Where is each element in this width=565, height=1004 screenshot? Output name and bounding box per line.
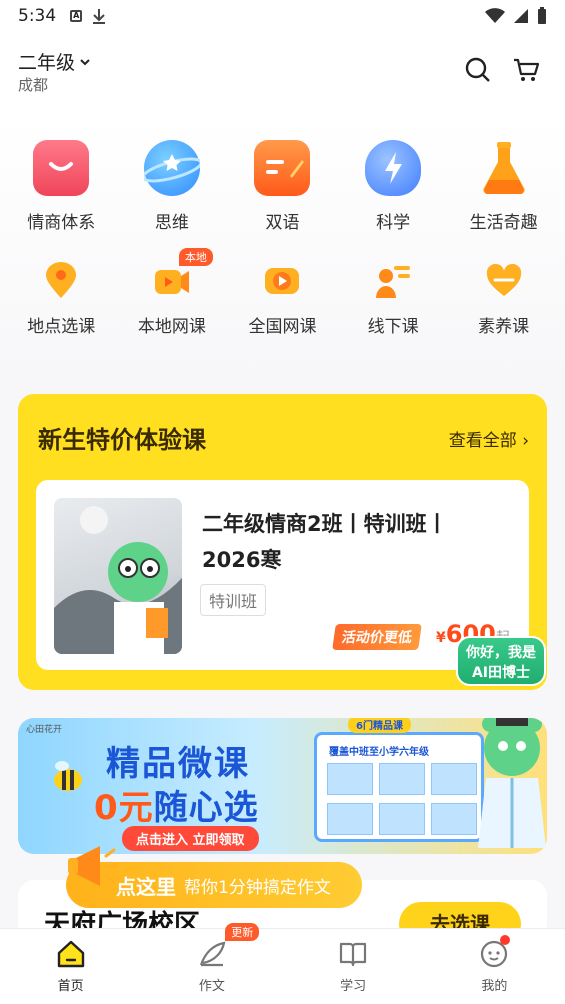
category-label: 地点选课 — [27, 317, 96, 337]
tab-label: 首页 — [57, 979, 84, 994]
tip-strong: 点这里 — [116, 874, 176, 899]
grade-label: 二年级 — [18, 52, 76, 74]
section-title: 新生特价体验课 — [38, 426, 206, 454]
local-video-icon: 本地 — [153, 248, 213, 300]
course-thumbnail — [54, 498, 182, 654]
home-icon — [57, 940, 84, 968]
chevron-down-icon — [80, 58, 90, 65]
category-offline[interactable]: 线下课 — [338, 254, 448, 337]
category-label: 双语 — [265, 213, 300, 233]
bilingual-icon — [254, 140, 311, 196]
category-label: 情商体系 — [27, 213, 96, 233]
promo-tag: 活动价更低 — [332, 624, 422, 650]
banner-subtitle-rest: 随心选 — [153, 788, 259, 828]
ai-assistant-bubble[interactable]: 你好，我是 AI田博士 — [456, 636, 546, 686]
tip-text: 帮你1分钟搞定作文 — [184, 877, 331, 898]
update-badge: 更新 — [225, 923, 260, 941]
planet-icon — [141, 140, 203, 196]
city-label: 成都 — [18, 76, 49, 94]
bottom-tab-bar: 首页 更新 作文 学习 我的 — [0, 923, 565, 1004]
category-science[interactable]: 科学 — [338, 140, 448, 233]
category-label: 线下课 — [367, 317, 419, 337]
panel-thumb — [431, 803, 477, 835]
category-label: 素养课 — [478, 317, 530, 337]
signal-icon — [514, 9, 528, 23]
banner-course-panel: 覆盖中班至小学六年级 — [314, 732, 484, 842]
category-life[interactable]: 生活奇趣 — [449, 140, 559, 233]
view-all-link[interactable]: 查看全部 › — [449, 426, 529, 451]
notification-a-icon: A — [70, 10, 83, 22]
category-label: 生活奇趣 — [469, 213, 538, 233]
category-national-online[interactable]: 全国网课 — [227, 254, 337, 337]
ai-greeting: 你好，我是 — [466, 645, 536, 661]
quill-icon — [199, 941, 226, 967]
category-bilingual[interactable]: 双语 — [227, 140, 337, 233]
header: 二年级 成都 — [0, 32, 565, 116]
status-bar: 5:34 A — [0, 0, 565, 32]
category-location[interactable]: 地点选课 — [6, 254, 116, 337]
panel-thumb — [379, 803, 425, 835]
cart-icon[interactable] — [512, 56, 540, 84]
course-type-tag: 特训班 — [200, 584, 267, 616]
download-icon — [93, 9, 106, 24]
banner-zero-price: 0元 — [94, 788, 154, 828]
tab-home[interactable]: 首页 — [0, 929, 141, 1004]
location-icon — [42, 262, 80, 300]
category-eq[interactable]: 情商体系 — [6, 140, 116, 233]
course-card[interactable]: 二年级情商2班丨特训班丨2026寒 特训班 活动价更低 ¥600起 — [36, 480, 529, 670]
panel-thumb — [327, 803, 373, 835]
banner-panel-title: 覆盖中班至小学六年级 — [329, 747, 429, 758]
flask-icon — [476, 140, 532, 196]
course-name: 二年级情商2班丨特训班丨2026寒 — [202, 512, 448, 572]
category-grid: 情商体系 思维 双语 科学 生活奇趣 地点选课 本地 本地网课 全国网课 线下课… — [0, 116, 565, 376]
book-icon — [340, 942, 367, 967]
tab-label: 作文 — [198, 979, 225, 994]
tab-label: 学习 — [340, 979, 367, 994]
mascot-icon — [478, 718, 546, 848]
eq-icon — [33, 140, 90, 196]
tab-label: 我的 — [481, 979, 508, 994]
category-label: 科学 — [376, 213, 411, 233]
tab-study[interactable]: 学习 — [283, 929, 424, 1004]
panel-thumb — [327, 763, 373, 795]
category-label: 本地网课 — [137, 317, 206, 337]
bee-icon — [54, 761, 82, 791]
panel-thumb — [431, 763, 477, 795]
banner-subtitle: 0元随心选 — [94, 780, 259, 829]
local-badge: 本地 — [178, 248, 213, 266]
heart-icon — [485, 262, 523, 300]
banner-cta-button[interactable]: 点击进入 立即领取 — [122, 826, 259, 851]
lightning-icon — [365, 140, 422, 196]
promo-banner[interactable]: 心田花开 精品微课 0元随心选 点击进入 立即领取 覆盖中班至小学六年级 6门精… — [18, 718, 547, 854]
panel-thumb — [379, 763, 425, 795]
tab-profile[interactable]: 我的 — [424, 929, 565, 1004]
category-literacy[interactable]: 素养课 — [449, 254, 559, 337]
megaphone-icon — [68, 846, 118, 886]
category-row-main: 情商体系 思维 双语 科学 生活奇趣 — [0, 140, 565, 233]
offline-class-icon — [374, 262, 412, 300]
category-row-secondary: 地点选课 本地 本地网课 全国网课 线下课 素养课 — [0, 248, 565, 337]
search-icon[interactable] — [464, 56, 492, 84]
category-thinking[interactable]: 思维 — [117, 140, 227, 233]
tab-essay[interactable]: 更新 作文 — [141, 923, 282, 1004]
grade-selector[interactable]: 二年级 — [18, 48, 91, 75]
banner-brand: 心田花开 — [26, 725, 63, 735]
status-time: 5:34 — [18, 6, 57, 26]
category-local-online[interactable]: 本地 本地网课 — [117, 248, 227, 337]
currency-symbol: ¥ — [436, 630, 446, 646]
notification-dot — [499, 935, 510, 945]
video-icon — [263, 262, 301, 300]
ai-name: AI田博士 — [471, 665, 531, 681]
banner-title: 精品微课 — [106, 744, 250, 784]
battery-icon — [538, 7, 546, 24]
banner-panel-badge: 6门精品课 — [348, 718, 411, 733]
wifi-icon — [485, 8, 505, 23]
category-label: 全国网课 — [248, 317, 317, 337]
category-label: 思维 — [154, 213, 189, 233]
